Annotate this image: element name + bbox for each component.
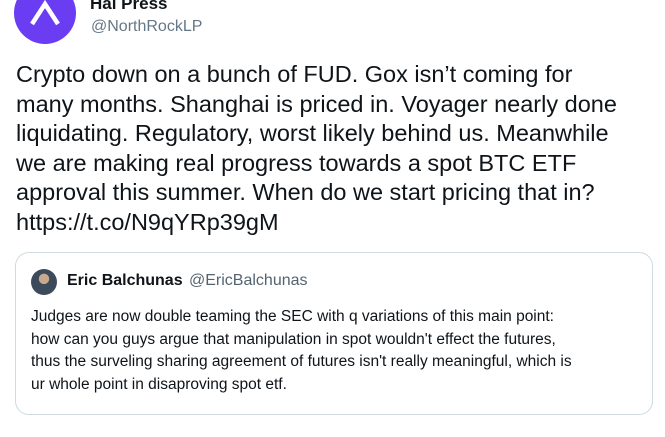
tweet: Hal Press @NorthRockLP Crypto down on a … <box>0 0 665 437</box>
tweet-text-line: approval this summer. When do we start p… <box>16 179 595 205</box>
quote-text: Judges are now double teaming the SEC wi… <box>31 306 646 396</box>
tweet-link[interactable]: https://t.co/N9qYRp39gM <box>16 208 656 238</box>
tweet-text-line: liquidating. Regulatory, worst likely be… <box>16 120 609 146</box>
author-name[interactable]: Hal Press <box>90 0 168 14</box>
quoted-tweet-card[interactable]: Eric Balchunas @EricBalchunas Judges are… <box>15 252 653 415</box>
chevron-up-logo-icon <box>30 0 60 26</box>
quote-author-avatar <box>31 269 57 295</box>
quote-text-line: Judges are now double teaming the SEC wi… <box>31 308 554 325</box>
quote-text-line: thus the surveling sharing agreement of … <box>31 353 572 370</box>
quote-author-name: Eric Balchunas <box>67 272 183 289</box>
author-avatar[interactable] <box>14 0 76 44</box>
tweet-text-line: we are making real progress towards a sp… <box>16 149 577 176</box>
tweet-text: Crypto down on a bunch of FUD. Gox isn’t… <box>16 60 656 237</box>
tweet-text-line: Crypto down on a bunch of FUD. Gox isn’t… <box>16 61 573 87</box>
quote-text-line: ur whole point in disaproving spot etf. <box>31 375 287 393</box>
quote-author-handle: @EricBalchunas <box>189 272 308 289</box>
quote-text-line: how can you guys argue that manipulation… <box>31 330 556 348</box>
author-handle[interactable]: @NorthRockLP <box>91 18 202 36</box>
tweet-text-line: many months. Shanghai is priced in. Voya… <box>16 90 617 117</box>
